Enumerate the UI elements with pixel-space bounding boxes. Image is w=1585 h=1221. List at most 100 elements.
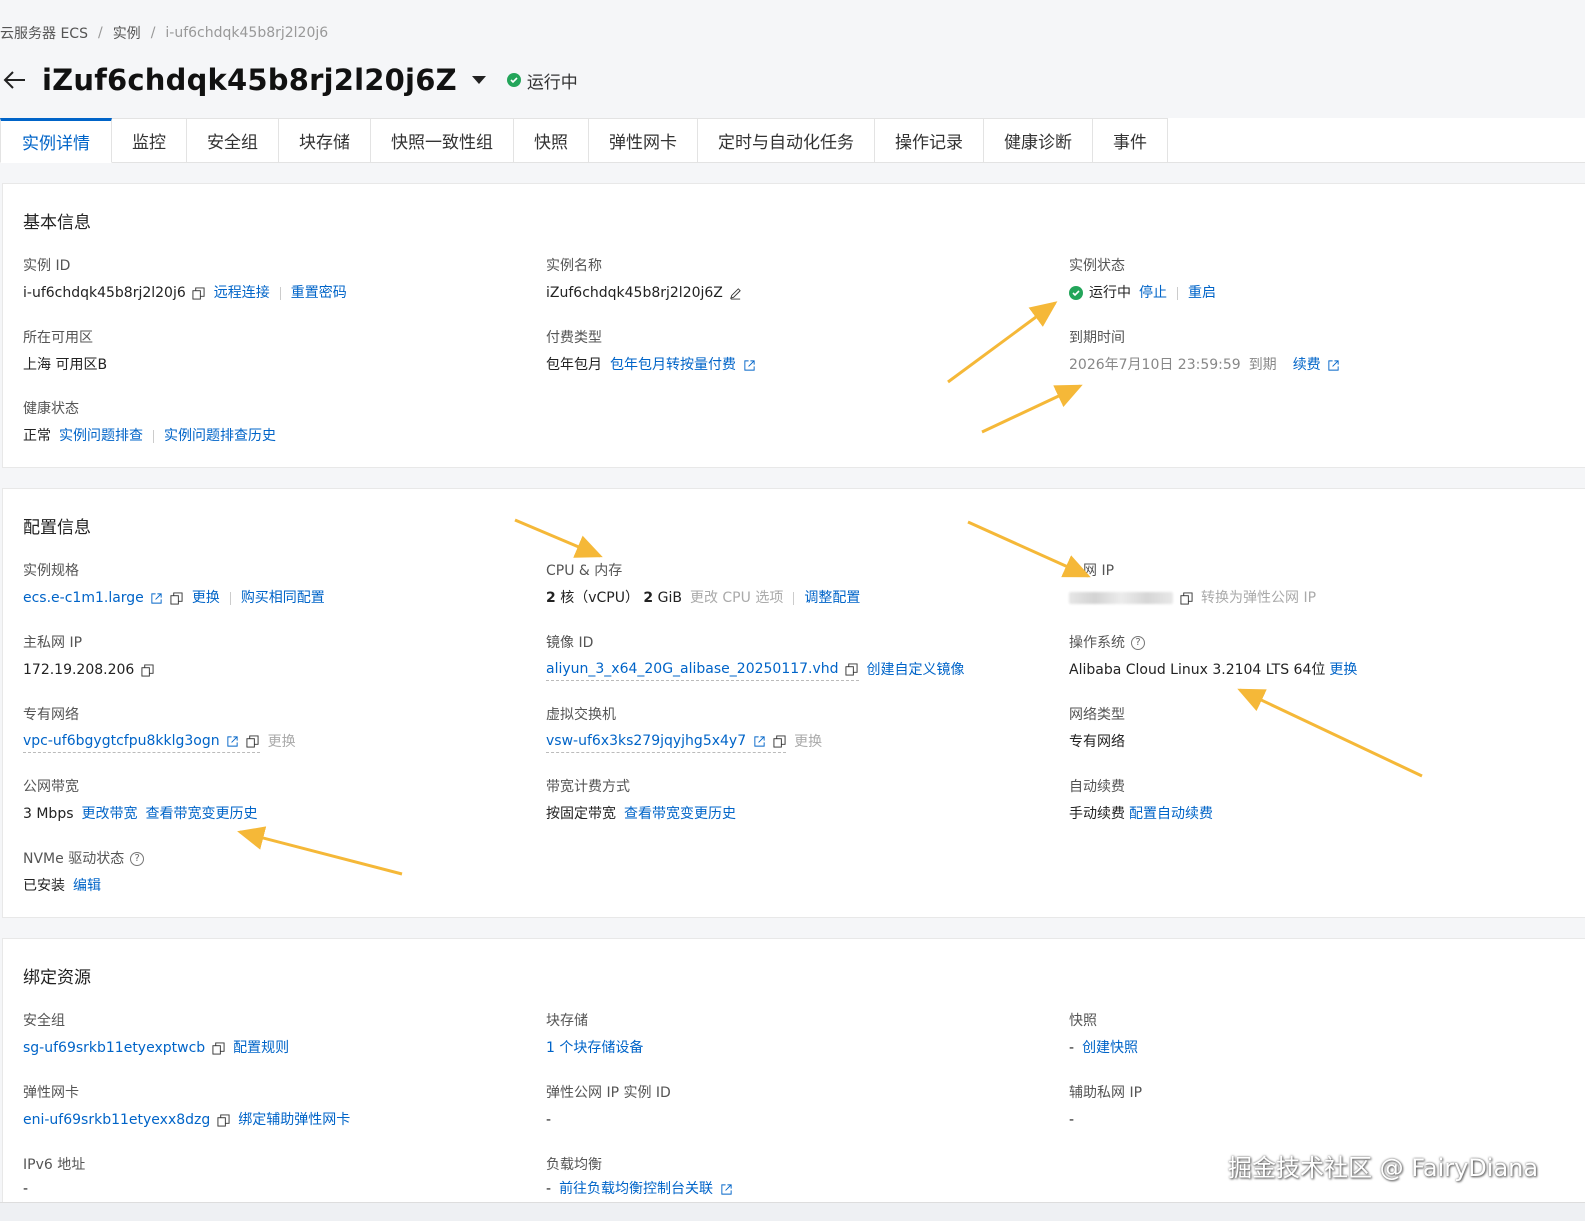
secondary-ip-value: - [1069, 1112, 1075, 1128]
image-id-link[interactable]: aliyun_3_x64_20G_alibase_20250117.vhd [546, 659, 839, 679]
copy-icon[interactable] [140, 663, 154, 677]
tab-block-storage[interactable]: 块存储 [279, 118, 371, 163]
expire-suffix: 到期 [1248, 357, 1277, 373]
private-ip-label: 主私网 IP [23, 635, 83, 651]
instance-id-label: 实例 ID [23, 258, 71, 274]
eip-value: - [546, 1112, 552, 1128]
troubleshoot-history-link[interactable]: 实例问题排查历史 [164, 426, 276, 446]
bandwidth-billing-history-link[interactable]: 查看带宽变更历史 [624, 804, 736, 824]
spec-value-link[interactable]: ecs.e-c1m1.large [23, 588, 144, 608]
copy-icon[interactable] [211, 1041, 225, 1055]
external-link-icon[interactable] [742, 358, 756, 372]
breadcrumb-current: i-uf6chdqk45b8rj2l20j6 [165, 25, 329, 41]
breadcrumb-ecs[interactable]: 云服务器 ECS [0, 23, 88, 43]
troubleshoot-link[interactable]: 实例问题排查 [59, 426, 143, 446]
instance-status-field: 实例状态 运行中 停止 重启 [1069, 256, 1569, 303]
tab-events[interactable]: 事件 [1093, 118, 1168, 163]
bandwidth-field: 公网带宽 3 Mbps 更改带宽 查看带宽变更历史 [23, 777, 523, 824]
health-field: 健康状态 正常 实例问题排查 实例问题排查历史 [23, 399, 523, 446]
caret-down-icon[interactable] [471, 72, 487, 88]
network-type-field: 网络类型 专有网络 [1069, 705, 1569, 752]
basic-info-card: 基本信息 实例 ID i-uf6chdqk45b8rj2l20j6 远程连接 重… [2, 183, 1585, 468]
watermark: 掘金技术社区 @ FairyDiana [1228, 1154, 1539, 1182]
copy-icon[interactable] [170, 591, 184, 605]
copy-icon[interactable] [216, 1113, 230, 1127]
convert-billing-link[interactable]: 包年包月转按量付费 [610, 355, 736, 375]
configure-rules-link[interactable]: 配置规则 [233, 1038, 289, 1058]
restart-link[interactable]: 重启 [1188, 283, 1216, 303]
memory-unit: GiB [657, 590, 682, 606]
copy-icon[interactable] [192, 286, 206, 300]
vswitch-link[interactable]: vsw-uf6x3ks279jqyjhg5x4y7 [546, 731, 746, 751]
vswitch-field: 虚拟交换机 vsw-uf6x3ks279jqyjhg5x4y7 更换 [546, 705, 1046, 753]
tab-eni[interactable]: 弹性网卡 [589, 118, 698, 163]
help-icon[interactable]: ? [1131, 636, 1145, 650]
zone-value: 上海 可用区B [23, 357, 108, 373]
copy-icon[interactable] [246, 734, 260, 748]
vpc-link[interactable]: vpc-uf6bgygtcfpu8kklg3ogn [23, 731, 220, 751]
copy-icon[interactable] [1179, 591, 1193, 605]
nvme-value: 已安装 [23, 878, 65, 894]
external-link-icon[interactable] [719, 1182, 733, 1196]
bandwidth-label: 公网带宽 [23, 779, 79, 795]
load-balancer-field: 负载均衡 - 前往负载均衡控制台关联 [546, 1155, 1046, 1199]
cpu-cores: 2 [546, 590, 556, 606]
reset-password-link[interactable]: 重置密码 [291, 283, 347, 303]
security-group-link[interactable]: sg-uf69srkb11etyexptwcb [23, 1038, 205, 1058]
bound-resources-title: 绑定资源 [23, 968, 91, 988]
external-link-icon[interactable] [150, 591, 164, 605]
vpc-label: 专有网络 [23, 707, 79, 723]
os-value: Alibaba Cloud Linux 3.2104 LTS 64位 [1069, 662, 1326, 678]
buy-same-config-link[interactable]: 购买相同配置 [241, 588, 325, 608]
block-storage-link[interactable]: 1 个块存储设备 [546, 1038, 643, 1058]
page-title: iZuf6chdqk45b8rj2l20j6Z [42, 63, 457, 97]
tab-operation-log[interactable]: 操作记录 [875, 118, 984, 163]
network-type-value: 专有网络 [1069, 734, 1125, 750]
check-circle-icon [506, 73, 521, 87]
cpu-unit: 核（vCPU） [560, 590, 639, 606]
edit-icon[interactable] [729, 286, 743, 300]
billing-field: 付费类型 包年包月 包年包月转按量付费 [546, 328, 1046, 375]
tab-snapshot-consistency-group[interactable]: 快照一致性组 [371, 118, 514, 163]
create-snapshot-link[interactable]: 创建快照 [1082, 1038, 1138, 1058]
copy-icon[interactable] [845, 662, 859, 676]
change-os-link[interactable]: 更换 [1329, 660, 1357, 680]
bandwidth-history-link[interactable]: 查看带宽变更历史 [146, 804, 258, 824]
go-to-slb-console-link[interactable]: 前往负载均衡控制台关联 [559, 1179, 713, 1199]
breadcrumb: 云服务器 ECS / 实例 / i-uf6chdqk45b8rj2l20j6 [0, 22, 328, 44]
tab-security-group[interactable]: 安全组 [187, 118, 279, 163]
tab-scheduled-tasks[interactable]: 定时与自动化任务 [698, 118, 875, 163]
eip-label: 弹性公网 IP 实例 ID [546, 1085, 671, 1101]
back-arrow-icon[interactable] [2, 67, 28, 93]
change-bandwidth-link[interactable]: 更改带宽 [82, 804, 138, 824]
network-type-label: 网络类型 [1069, 707, 1125, 723]
tab-snapshot[interactable]: 快照 [514, 118, 589, 163]
spec-label: 实例规格 [23, 563, 79, 579]
expire-value: 2026年7月10日 23:59:59 [1069, 357, 1241, 373]
tab-bar: 实例详情 监控 安全组 块存储 快照一致性组 快照 弹性网卡 定时与自动化任务 … [0, 118, 1168, 163]
configure-auto-renew-link[interactable]: 配置自动续费 [1129, 804, 1213, 824]
external-link-icon[interactable] [226, 734, 240, 748]
adjust-config-link[interactable]: 调整配置 [804, 588, 860, 608]
bandwidth-billing-field: 带宽计费方式 按固定带宽 查看带宽变更历史 [546, 777, 1046, 824]
create-custom-image-link[interactable]: 创建自定义镜像 [867, 660, 965, 680]
stop-link[interactable]: 停止 [1139, 283, 1167, 303]
tab-monitoring[interactable]: 监控 [112, 118, 187, 163]
remote-connect-link[interactable]: 远程连接 [214, 283, 270, 303]
help-icon[interactable]: ? [130, 852, 145, 866]
instance-id-value: i-uf6chdqk45b8rj2l20j6 [23, 285, 186, 301]
public-ip-redacted [1069, 592, 1173, 604]
renew-link[interactable]: 续费 [1293, 355, 1321, 375]
eni-link[interactable]: eni-uf69srkb11etyexx8dzg [23, 1110, 210, 1130]
breadcrumb-instances[interactable]: 实例 [113, 23, 141, 43]
copy-icon[interactable] [772, 734, 786, 748]
external-link-icon[interactable] [752, 734, 766, 748]
public-ip-field: 公网 IP 转换为弹性公网 IP [1069, 561, 1569, 608]
edit-nvme-link[interactable]: 编辑 [73, 876, 101, 896]
change-spec-link[interactable]: 更换 [192, 588, 220, 608]
tab-health-diagnosis[interactable]: 健康诊断 [984, 118, 1093, 163]
tab-instance-details[interactable]: 实例详情 [0, 118, 112, 163]
horizontal-scrollbar[interactable] [0, 1202, 1585, 1221]
bind-secondary-eni-link[interactable]: 绑定辅助弹性网卡 [238, 1110, 350, 1130]
external-link-icon[interactable] [1327, 358, 1341, 372]
